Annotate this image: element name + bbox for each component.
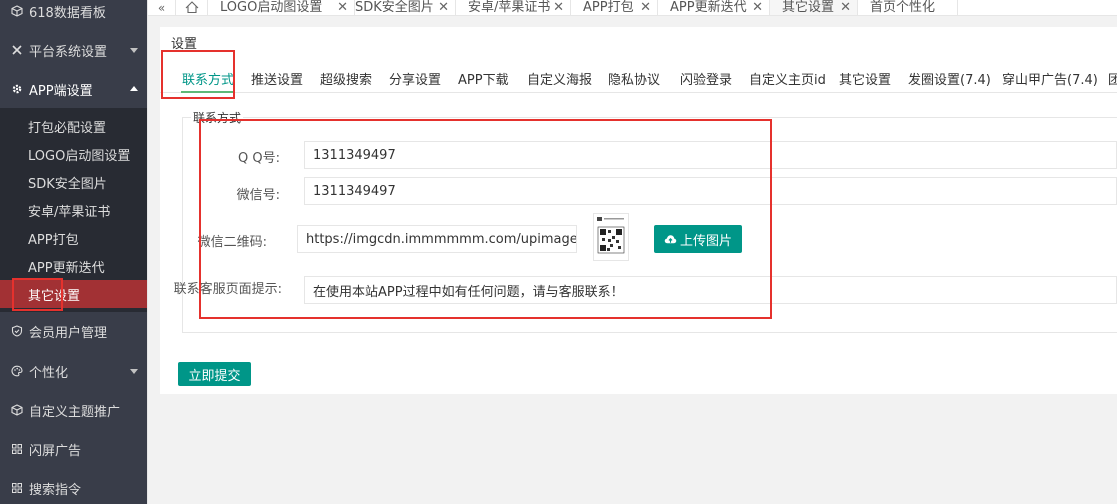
sidebar-item-label: 闪屏广告 bbox=[29, 443, 82, 459]
sidebar-item-label: 会员用户管理 bbox=[29, 325, 108, 341]
fieldset-legend: 联系方式 bbox=[191, 109, 244, 126]
grid-icon bbox=[10, 481, 24, 495]
tab-logo-settings[interactable]: LOGO启动图设置 ✕ bbox=[208, 0, 355, 15]
sidebar-item-label: 搜索指令 bbox=[29, 482, 82, 498]
home-icon bbox=[185, 0, 199, 16]
subtab-custom-poster[interactable]: 自定义海报 bbox=[527, 69, 592, 88]
close-icon[interactable]: ✕ bbox=[840, 0, 851, 15]
sidebar-item-dashboard[interactable]: 618数据看板 bbox=[0, 0, 148, 30]
subtab-app-download[interactable]: APP下载 bbox=[458, 69, 509, 88]
subtab-custom-homepage-id[interactable]: 自定义主页id bbox=[749, 69, 826, 88]
tab-home-personalize[interactable]: 首页个性化 bbox=[858, 0, 958, 15]
submenu-item-other-settings[interactable]: 其它设置 bbox=[0, 280, 148, 308]
chevron-up-icon bbox=[130, 86, 138, 91]
service-notice-input[interactable]: 在使用本站APP过程中如有任何问题，请与客服联系！ bbox=[304, 276, 1117, 304]
sidebar-item-members[interactable]: 会员用户管理 bbox=[0, 312, 148, 350]
cube-icon bbox=[10, 403, 24, 417]
subtab-share[interactable]: 分享设置 bbox=[389, 69, 441, 88]
submenu-item[interactable]: SDK安全图片 bbox=[0, 168, 148, 196]
sidebar-item-label: 平台系统设置 bbox=[29, 44, 108, 60]
submit-button[interactable]: 立即提交 bbox=[178, 362, 251, 386]
close-icon[interactable]: ✕ bbox=[752, 0, 763, 15]
tab-scroll-left-button[interactable]: « bbox=[148, 0, 176, 15]
wechat-label: 微信号: bbox=[236, 188, 280, 203]
tools-icon bbox=[10, 43, 24, 57]
double-chevron-left-icon: « bbox=[157, 1, 166, 15]
qq-input[interactable]: 1311349497 bbox=[304, 141, 1117, 169]
panel-title: 设置 bbox=[171, 37, 198, 52]
subtab-flash-login[interactable]: 闪验登录 bbox=[680, 69, 732, 88]
chevron-down-icon bbox=[130, 369, 138, 374]
service-notice-label: 联系客服页面提示: bbox=[173, 282, 282, 297]
subtab-push[interactable]: 推送设置 bbox=[251, 69, 303, 88]
chevron-down-icon bbox=[130, 48, 138, 53]
home-tab[interactable] bbox=[176, 0, 208, 16]
tab-other-settings[interactable]: 其它设置 ✕ bbox=[770, 0, 858, 15]
close-icon[interactable]: ✕ bbox=[438, 0, 449, 15]
tab-sdk-images[interactable]: SDK安全图片 ✕ bbox=[343, 0, 456, 15]
close-icon[interactable]: ✕ bbox=[553, 0, 564, 15]
sidebar-item-search-commands[interactable]: 搜索指令 bbox=[0, 469, 148, 504]
wechat-qr-url-input[interactable]: https://imgcdn.immmmmm.com/upimages/9955… bbox=[297, 225, 577, 253]
sidebar-item-label: 618数据看板 bbox=[29, 5, 106, 21]
settings-subtabs: 联系方式 推送设置 超级搜索 分享设置 APP下载 自定义海报 隐私协议 闪验登… bbox=[160, 65, 1117, 93]
tab-app-update[interactable]: APP更新迭代 ✕ bbox=[658, 0, 770, 15]
subtab-other[interactable]: 其它设置 bbox=[839, 69, 891, 88]
subtab-pangle-ads[interactable]: 穿山甲广告(7.4) bbox=[1002, 69, 1098, 88]
sidebar-item-label: APP端设置 bbox=[29, 83, 93, 99]
sidebar-item-platform[interactable]: 平台系统设置 bbox=[0, 31, 148, 69]
qr-code-thumbnail[interactable] bbox=[593, 213, 629, 261]
tab-certificates[interactable]: 安卓/苹果证书 ✕ bbox=[456, 0, 571, 15]
sidebar-divider bbox=[147, 0, 148, 504]
cloud-upload-icon bbox=[664, 234, 677, 243]
subtab-moments[interactable]: 发圈设置(7.4) bbox=[908, 69, 991, 88]
palette-icon bbox=[10, 364, 24, 378]
subtab-super-search[interactable]: 超级搜索 bbox=[320, 69, 372, 88]
settings-panel: 设置 联系方式 推送设置 超级搜索 分享设置 APP下载 自定义海报 隐私协议 … bbox=[160, 27, 1117, 394]
subtab-contact[interactable]: 联系方式 bbox=[182, 69, 234, 88]
shield-check-icon bbox=[10, 324, 24, 338]
sidebar-item-app[interactable]: APP端设置 bbox=[0, 70, 148, 108]
tab-app-package[interactable]: APP打包 ✕ bbox=[571, 0, 658, 15]
close-icon[interactable]: ✕ bbox=[640, 0, 651, 15]
subtab-privacy[interactable]: 隐私协议 bbox=[608, 69, 660, 88]
sidebar-item-personalize[interactable]: 个性化 bbox=[0, 352, 148, 390]
sidebar-item-splash-ads[interactable]: 闪屏广告 bbox=[0, 430, 148, 468]
active-subtab-indicator bbox=[181, 91, 233, 93]
submenu-item[interactable]: 打包必配设置 bbox=[0, 112, 148, 140]
sidebar-item-label: 自定义主题推广 bbox=[29, 404, 121, 420]
subtab-more[interactable]: 团 bbox=[1108, 69, 1117, 88]
cube-icon bbox=[10, 4, 24, 18]
sidebar-item-theme-promo[interactable]: 自定义主题推广 bbox=[0, 391, 148, 429]
qq-label: Q Q号: bbox=[238, 151, 280, 166]
submenu-item[interactable]: APP打包 bbox=[0, 224, 148, 252]
gear-icon bbox=[10, 82, 24, 96]
sidebar-item-label: 个性化 bbox=[29, 365, 69, 381]
qr-code-image bbox=[597, 217, 625, 254]
wechat-input[interactable]: 1311349497 bbox=[304, 177, 1117, 205]
tab-bar: « LOGO启动图设置 ✕ SDK安全图片 ✕ 安卓/苹果证书 ✕ APP打包 ✕ AP… bbox=[148, 0, 1117, 16]
submenu-item[interactable]: LOGO启动图设置 bbox=[0, 140, 148, 168]
sidebar: 618数据看板 平台系统设置 APP端设置 打包必配设置 LOGO启动图设置 S… bbox=[0, 0, 148, 504]
grid-icon bbox=[10, 442, 24, 456]
app-submenu: 打包必配设置 LOGO启动图设置 SDK安全图片 安卓/苹果证书 APP打包 A… bbox=[0, 108, 148, 312]
wechat-qr-label: 微信二维码: bbox=[197, 235, 267, 250]
submenu-item[interactable]: 安卓/苹果证书 bbox=[0, 196, 148, 224]
upload-image-button[interactable]: 上传图片 bbox=[654, 225, 742, 253]
submenu-item[interactable]: APP更新迭代 bbox=[0, 252, 148, 280]
